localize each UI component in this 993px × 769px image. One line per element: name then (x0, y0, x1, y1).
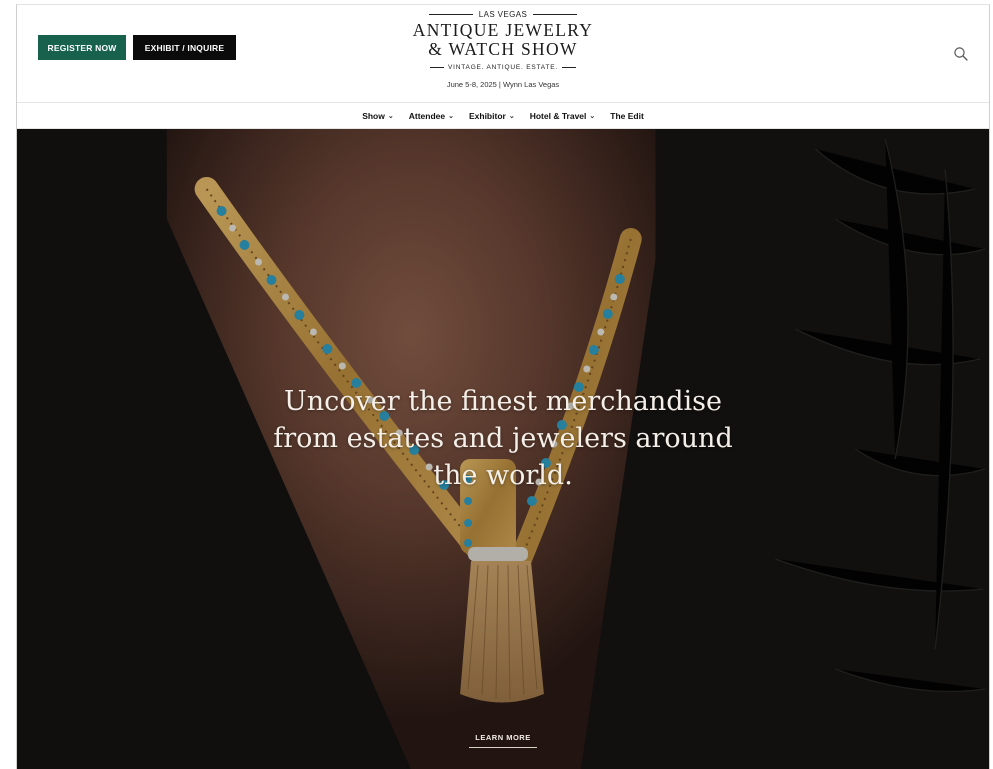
nav-item-label: Exhibitor (468, 110, 506, 121)
nav-item-exhibitor[interactable]: Exhibitor ⌄ (469, 111, 515, 121)
logo-city-row: LAS VEGAS (397, 7, 609, 21)
exhibit-inquire-label: EXHIBIT / INQUIRE (144, 42, 225, 53)
exhibit-inquire-button[interactable]: EXHIBIT / INQUIRE (133, 35, 236, 60)
site-logo[interactable]: LAS VEGAS ANTIQUE JEWELRY & WATCH SHOW V… (397, 7, 609, 90)
search-icon (954, 47, 968, 61)
chevron-down-icon: ⌄ (387, 112, 394, 120)
search-button[interactable] (953, 46, 969, 62)
register-now-button[interactable]: REGISTER NOW (38, 35, 126, 60)
hero-headline-line3: the world. (433, 460, 573, 491)
site-header: REGISTER NOW EXHIBIT / INQUIRE LAS VEGAS… (17, 5, 989, 102)
nav-item-label: Attendee (408, 110, 446, 121)
page-frame: REGISTER NOW EXHIBIT / INQUIRE LAS VEGAS… (16, 4, 990, 769)
register-now-label: REGISTER NOW (47, 42, 117, 53)
hero-headline-line2: from estates and jewelers around (273, 423, 733, 454)
nav-item-label: Hotel & Travel (529, 110, 587, 121)
nav-item-label: Show (362, 110, 385, 121)
learn-more-link[interactable]: LEARN MORE (469, 733, 537, 748)
chevron-down-icon: ⌄ (448, 112, 454, 120)
logo-tagline-row: VINTAGE. ANTIQUE. ESTATE. (397, 60, 609, 74)
hero-headline: Uncover the finest merchandise from esta… (17, 383, 989, 494)
logo-tag-rule-left (430, 66, 445, 68)
logo-tagline: VINTAGE. ANTIQUE. ESTATE. (448, 63, 558, 71)
logo-rule-left (428, 13, 473, 15)
chevron-down-icon: ⌄ (508, 112, 515, 120)
logo-title-line1: ANTIQUE JEWELRY (412, 20, 594, 40)
chevron-down-icon: ⌄ (589, 112, 596, 120)
logo-city: LAS VEGAS (478, 9, 528, 19)
logo-tag-rule-right (561, 66, 576, 68)
event-date-location: June 5-8, 2025 | Wynn Las Vegas (446, 80, 560, 89)
nav-item-hotel-travel[interactable]: Hotel & Travel ⌄ (530, 111, 596, 121)
nav-item-label: The Edit (610, 110, 644, 121)
logo-title-line2: & WATCH SHOW (428, 39, 578, 59)
nav-item-attendee[interactable]: Attendee ⌄ (409, 111, 454, 121)
main-nav: Show ⌄ Attendee ⌄ Exhibitor ⌄ Hotel & Tr… (17, 102, 989, 129)
hero-headline-line1: Uncover the finest merchandise (284, 386, 722, 417)
hero-banner: Uncover the finest merchandise from esta… (17, 129, 989, 769)
logo-rule-right (533, 13, 578, 15)
nav-item-the-edit[interactable]: The Edit (610, 111, 644, 121)
nav-item-show[interactable]: Show ⌄ (362, 111, 394, 121)
